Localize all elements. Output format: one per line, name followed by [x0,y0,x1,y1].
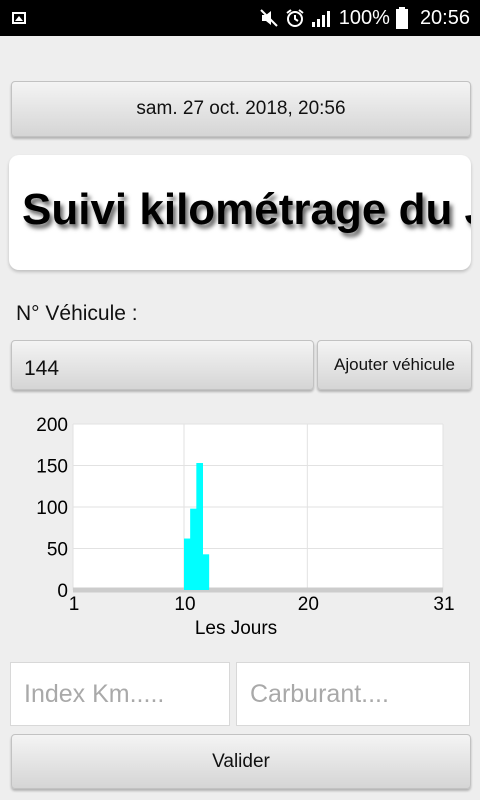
bar [202,554,210,590]
valider-button[interactable]: Valider [11,734,471,789]
mileage-chart: 0501001502001 10 20 31Les Jours [36,415,454,639]
km-index-input[interactable]: Index Km..... [10,662,230,726]
bar [196,463,203,590]
status-bar: 100% 20:56 [0,0,480,36]
signal-icon [311,8,333,28]
vehicle-label: N° Véhicule : [16,302,138,325]
clock: 20:56 [419,6,470,29]
y-tick-label: 0 [57,581,68,602]
bar [190,508,197,590]
add-vehicle-button[interactable]: Ajouter véhicule [317,340,472,390]
x-tick-label: 31 [433,594,454,615]
vehicle-selector[interactable]: 144 [11,340,314,390]
page-title: Suivi kilométrage du J [22,185,471,234]
status-icons: 100% 20:56 [259,0,470,36]
bar [184,538,191,590]
gallery-icon [12,12,26,24]
y-tick-label: 100 [36,498,68,519]
x-tick-label: 1 [69,594,80,615]
alarm-icon [285,8,305,28]
mute-icon [259,8,279,28]
date-button[interactable]: sam. 27 oct. 2018, 20:56 [11,81,471,137]
x-tick-label: 10 [174,594,195,615]
y-tick-label: 150 [36,457,68,478]
x-tick-label: 20 [298,594,319,615]
x-axis-label: Les Jours [195,618,277,639]
y-tick-label: 200 [36,415,68,436]
y-tick-label: 50 [47,540,68,561]
battery-percent: 100% [338,6,390,29]
battery-icon [395,7,408,29]
fuel-input[interactable]: Carburant.... [236,662,470,726]
title-card: Suivi kilométrage du J [9,155,471,270]
